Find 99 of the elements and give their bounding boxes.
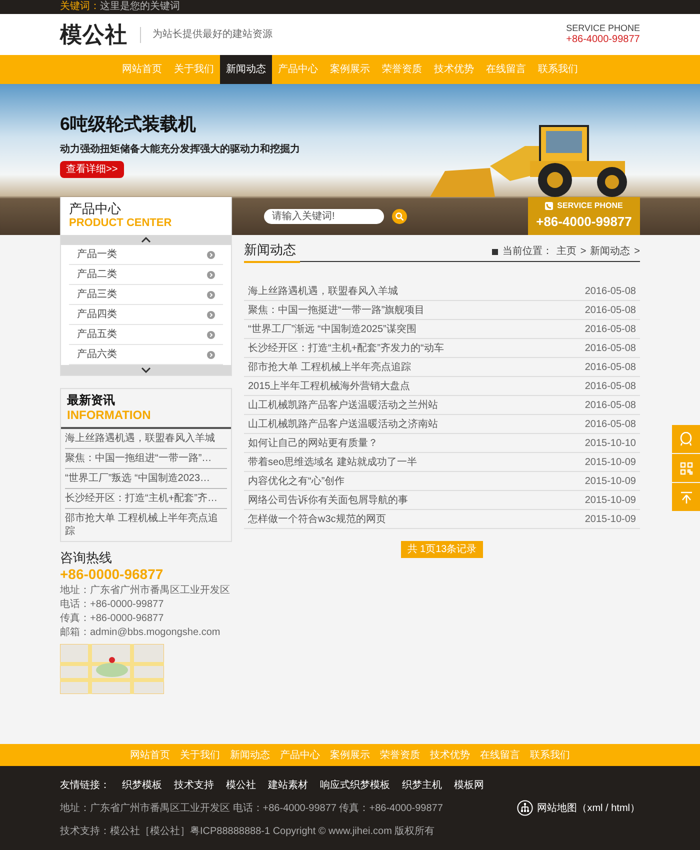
- news-link[interactable]: 如何让自己的网站更有质量？: [248, 436, 378, 450]
- information-link[interactable]: 邵市抢大单 工程机械上半年亮点追踪: [65, 509, 227, 541]
- chevron-up-icon[interactable]: [141, 237, 151, 243]
- product-category-item[interactable]: 产品二类: [69, 265, 223, 285]
- breadcrumb-link[interactable]: 主页: [556, 244, 576, 259]
- information-subtitle: INFORMATION: [67, 408, 152, 423]
- arrow-circle-icon: [207, 350, 215, 358]
- information-title: 最新资讯: [67, 393, 116, 408]
- category-label: 产品六类: [77, 348, 117, 362]
- category-label: 产品二类: [77, 268, 117, 282]
- phone-icon: [545, 202, 554, 210]
- search-field[interactable]: 请输入关键词!: [264, 208, 384, 224]
- news-date: 2015-10-10: [584, 436, 636, 450]
- news-date: 2016-05-08: [584, 304, 636, 318]
- arrow-circle-icon: [207, 270, 215, 278]
- sitemap-link[interactable]: 网站地图（xml / html）: [537, 800, 640, 816]
- sitemap-icon: [517, 800, 534, 816]
- information-link[interactable]: 长沙经开区：打造“主机+配套”齐…: [65, 489, 227, 509]
- friend-link[interactable]: 织梦模板: [122, 778, 162, 792]
- news-date: 2016-05-08: [584, 398, 636, 412]
- contact-line: 传真：+86-0000-96877: [60, 612, 165, 626]
- news-link[interactable]: 长沙经开区：打造“主机+配套”齐发力的“动车: [248, 340, 444, 356]
- arrow-circle-icon: [207, 310, 215, 318]
- breadcrumb-separator: >: [580, 245, 586, 259]
- news-date: 2015-10-09: [584, 512, 636, 526]
- contact-line: 地址：广东省广州市番禺区工业开发区: [60, 584, 231, 598]
- arrow-circle-icon: [207, 290, 215, 298]
- chevron-down-icon[interactable]: [141, 367, 151, 373]
- service-phone: +86-4000-99877: [566, 34, 640, 46]
- friend-link[interactable]: 织梦主机: [402, 778, 442, 792]
- nav-item[interactable]: 新闻动态: [220, 55, 272, 84]
- banner-service-phone: +86-4000-99877: [536, 213, 632, 232]
- footer-copyright: 技术支持：模公社［模公社］粤ICP88888888-1 Copyright © www.jihei.com 版权所有: [60, 824, 436, 838]
- arrow-circle-icon: [207, 330, 215, 338]
- news-link[interactable]: 山工机械凯路产品客户送温暖活动之兰州站: [248, 398, 438, 412]
- news-link[interactable]: 怎样做一个符合w3c规范的网页: [248, 512, 386, 526]
- banner-service-label: SERVICE PHONE: [557, 200, 623, 212]
- category-label: 产品五类: [77, 328, 117, 342]
- news-link[interactable]: 山工机械凯路产品客户送温暖活动之济南站: [248, 416, 438, 432]
- news-link[interactable]: 2015上半年工程机械海外营销大盘点: [248, 378, 410, 394]
- site-tagline: 为站长提供最好的建站资源: [152, 28, 273, 42]
- footer-address: 地址：广东省广州市番禺区工业开发区 电话：+86-4000-99877 传真：+86-4000-99877: [60, 802, 444, 816]
- product-category-item[interactable]: 产品四类: [69, 305, 223, 325]
- banner-subtitle: 动力强劲扭矩储备大能充分发挥强大的驱动力和挖掘力: [60, 142, 300, 157]
- friend-link[interactable]: 模公社: [226, 778, 256, 792]
- information-link[interactable]: “世界工厂”叛选 “中国制造2023…: [65, 469, 227, 489]
- news-date: 2015-10-09: [584, 494, 636, 508]
- news-title: 新闻动态: [244, 240, 300, 263]
- news-link[interactable]: 邵市抢大单 工程机械上半年亮点追踪: [248, 360, 411, 374]
- news-date: 2015-10-09: [584, 456, 636, 470]
- product-center-subtitle: PRODUCT CENTER: [69, 217, 173, 231]
- product-category-item[interactable]: 产品五类: [69, 325, 223, 345]
- keyword-label: 关键词：: [60, 2, 100, 12]
- news-date: 2016-05-08: [584, 360, 636, 374]
- contact-line: 邮箱：admin@bbs.mogongshe.com: [60, 626, 222, 640]
- friend-link[interactable]: 技术支持: [174, 778, 214, 792]
- search-button[interactable]: [392, 208, 407, 224]
- news-date: 2016-05-08: [584, 342, 636, 356]
- friend-link[interactable]: 模板网: [454, 778, 484, 792]
- contact-line: 电话：+86-0000-99877: [60, 598, 165, 612]
- hotline-title: 咨询热线: [60, 550, 113, 566]
- banner-title: 6吨级轮式装载机: [60, 113, 196, 136]
- back-to-top-icon: [680, 490, 692, 504]
- news-link[interactable]: 带着seo思维选域名 建站就成功了一半: [248, 454, 417, 470]
- location-icon: [492, 248, 498, 254]
- qr-code-icon: [680, 462, 692, 474]
- news-link[interactable]: 内容优化之有“心”创作: [248, 474, 345, 488]
- news-link[interactable]: 网络公司告诉你有关面包屑导航的事: [248, 492, 408, 508]
- product-center-title: 产品中心: [69, 201, 122, 218]
- news-date: 2016-05-08: [584, 284, 636, 298]
- hotline-phone: +86-0000-96877: [60, 566, 164, 584]
- arrow-circle-icon: [207, 250, 215, 258]
- friend-links-label: 友情链接：: [60, 778, 110, 792]
- news-date: 2016-05-08: [584, 322, 636, 336]
- product-category-item[interactable]: 产品一类: [69, 245, 223, 265]
- breadcrumb-label: 当前位置：: [502, 244, 552, 259]
- breadcrumb-separator: >: [634, 245, 640, 259]
- service-label: SERVICE PHONE: [566, 22, 640, 34]
- category-label: 产品四类: [77, 308, 117, 322]
- category-label: 产品一类: [77, 248, 117, 262]
- information-link[interactable]: 聚焦：中国一拖组进“一带一路”…: [65, 449, 227, 469]
- news-link[interactable]: 聚焦：中国一拖挺进“一带一路”旗舰项目: [248, 302, 425, 318]
- news-link[interactable]: “世界工厂”渐远 “中国制造2025”谋突围: [248, 322, 416, 336]
- chat-bubble-icon: [680, 432, 692, 446]
- news-date: 2015-10-09: [584, 474, 636, 488]
- friend-link[interactable]: 响应式织梦模板: [320, 778, 390, 792]
- keyword-text: 这里是您的关键词: [100, 2, 180, 12]
- product-category-item[interactable]: 产品三类: [69, 285, 223, 305]
- details-button[interactable]: 查看详细>>: [60, 161, 124, 178]
- pagination-info: 共 1页13条记录: [401, 541, 483, 558]
- friend-link[interactable]: 建站素材: [268, 778, 308, 792]
- site-logo[interactable]: 模公社: [60, 18, 128, 51]
- news-date: 2016-05-08: [584, 380, 636, 394]
- news-link[interactable]: 海上丝路遇机遇，联盟春风入羊城: [248, 284, 398, 298]
- category-label: 产品三类: [77, 288, 117, 302]
- breadcrumb-link[interactable]: 新闻动态: [590, 244, 630, 259]
- search-icon: [395, 212, 404, 220]
- news-date: 2016-05-08: [584, 418, 636, 432]
- information-link[interactable]: 海上丝路遇机遇，联盟春风入羊城: [65, 429, 227, 449]
